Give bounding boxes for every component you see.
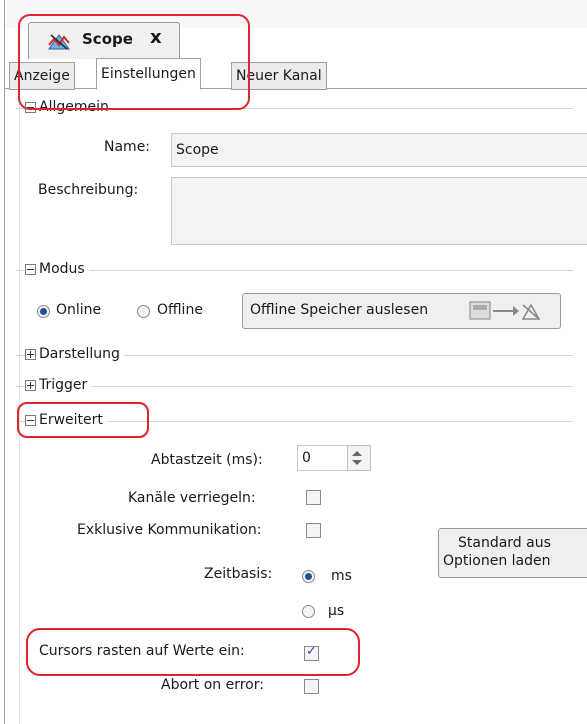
kanaele-label: Kanäle verriegeln:	[128, 490, 256, 506]
group-title-trigger: Trigger	[39, 377, 88, 393]
offline-read-label: Offline Speicher auslesen	[250, 302, 429, 318]
online-label: Online	[56, 302, 102, 318]
standard-optionen-button[interactable]: Standard aus Optionen laden	[438, 528, 587, 578]
spinner-up-icon[interactable]	[352, 451, 362, 456]
standard-button-line2: Optionen laden	[443, 553, 551, 569]
expand-icon[interactable]	[25, 348, 36, 360]
zeitbasis-ms-label: ms	[331, 568, 352, 584]
online-radio[interactable]	[37, 305, 50, 318]
beschreibung-field[interactable]	[171, 177, 587, 245]
abort-checkbox[interactable]	[304, 679, 319, 694]
spinner-down-icon[interactable]	[352, 460, 362, 465]
group-title-darstellung: Darstellung	[39, 346, 120, 362]
abort-label: Abort on error:	[161, 677, 264, 693]
abtastzeit-input[interactable]: 0	[297, 445, 349, 471]
abtastzeit-spinner[interactable]	[347, 445, 371, 471]
beschreibung-label: Beschreibung:	[38, 182, 139, 198]
zeitbasis-label: Zeitbasis:	[204, 566, 273, 582]
offline-read-button[interactable]: Offline Speicher auslesen	[242, 293, 561, 329]
highlight-frame-cursors	[26, 628, 360, 676]
group-header-modus[interactable]: Modus	[25, 261, 89, 277]
group-title-modus: Modus	[39, 261, 85, 277]
collapse-icon[interactable]	[25, 263, 36, 275]
kanaele-checkbox[interactable]	[306, 490, 321, 505]
offline-label: Offline	[157, 302, 203, 318]
memory-transfer-icon	[469, 300, 553, 326]
tab-einstellungen[interactable]: Einstellungen	[96, 58, 201, 90]
standard-button-line1: Standard aus	[458, 535, 551, 551]
zeitbasis-ms-radio[interactable]	[302, 570, 315, 583]
highlight-frame-erweitert	[17, 402, 149, 438]
offline-radio[interactable]	[137, 305, 150, 318]
group-header-trigger[interactable]: Trigger	[25, 377, 92, 393]
group-divider-trigger	[16, 386, 573, 387]
zeitbasis-us-radio[interactable]	[302, 605, 315, 618]
exklusiv-label: Exklusive Kommunikation:	[77, 522, 262, 538]
name-label: Name:	[104, 139, 151, 155]
expand-icon[interactable]	[25, 379, 36, 391]
window-left-border	[4, 0, 5, 724]
exklusiv-checkbox[interactable]	[306, 523, 321, 538]
zeitbasis-us-label: µs	[328, 603, 345, 619]
abtastzeit-label: Abtastzeit (ms):	[151, 452, 263, 468]
group-divider-modus	[16, 270, 573, 271]
group-header-darstellung[interactable]: Darstellung	[25, 346, 124, 362]
name-field[interactable]: Scope	[171, 133, 587, 167]
